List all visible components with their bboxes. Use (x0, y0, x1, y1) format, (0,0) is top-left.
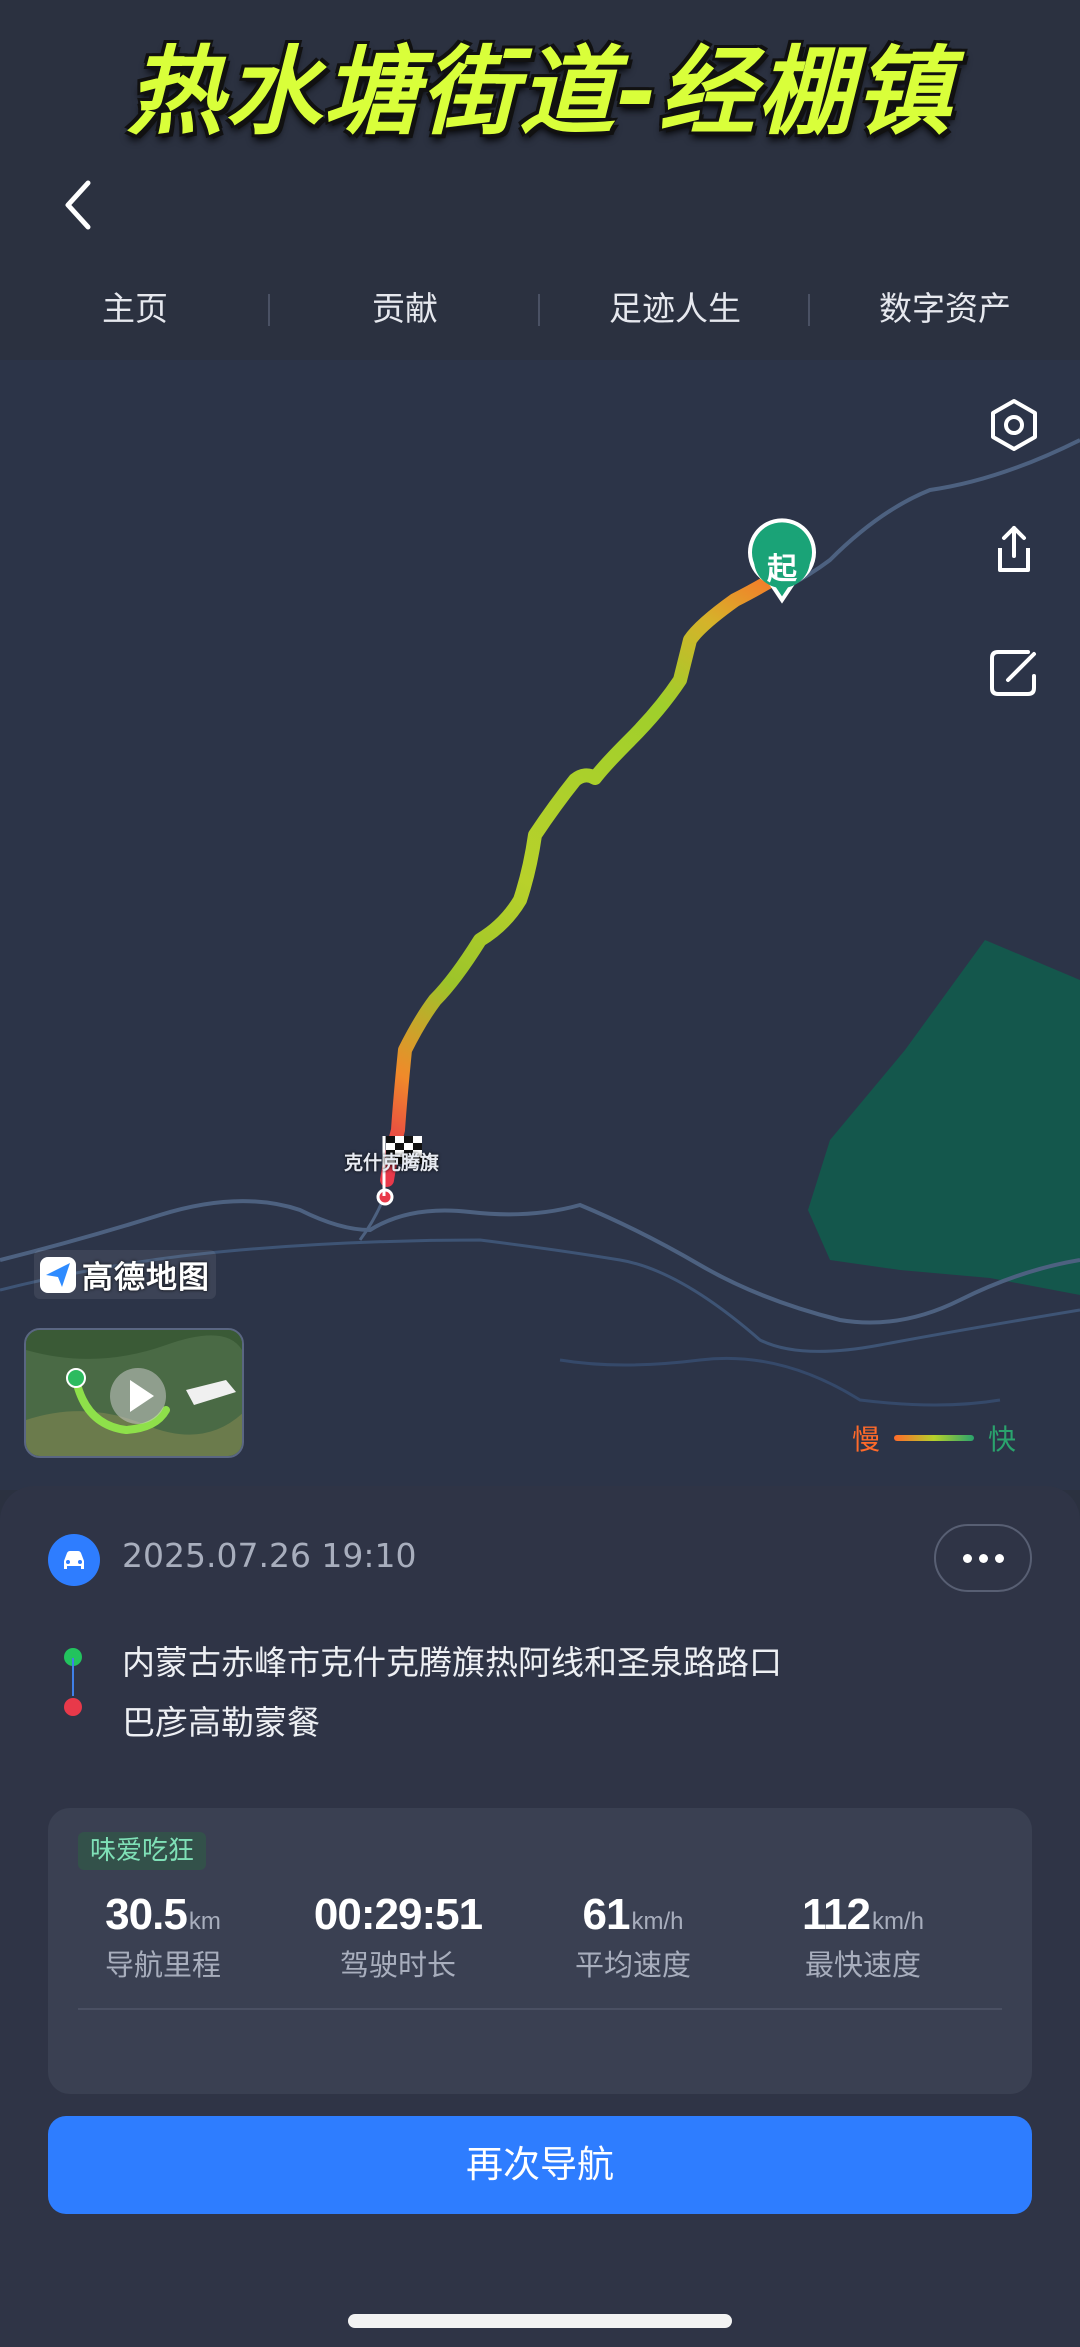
stat-unit: km/h (631, 1908, 684, 1935)
start-badge: 起 (767, 552, 797, 587)
tab-label: 数字资产 (879, 289, 1011, 328)
trip-summary-card: 2025.07.26 19:10 内蒙古赤峰市克什克腾旗热阿线和圣泉路路口 巴彦… (0, 1486, 1080, 2347)
end-dot (64, 1698, 82, 1716)
tab-label: 贡献 (372, 289, 438, 328)
navigate-again-button[interactable]: 再次导航 (48, 2116, 1032, 2214)
trip-tag: 味爱吃狂 (78, 1832, 207, 1870)
stat-avg-speed: 61km/h 平均速度 (518, 1890, 748, 1984)
stat-label: 导航里程 (104, 1948, 221, 1982)
map-canvas (0, 438, 1080, 1407)
legend-gradient-bar (893, 1435, 974, 1441)
tab-divider (808, 294, 810, 326)
back-button[interactable] (48, 170, 108, 240)
tab-contribution[interactable]: 贡献 (270, 278, 540, 340)
stat-value: 112 (802, 1890, 871, 1939)
tab-digital-assets[interactable]: 数字资产 (810, 278, 1080, 340)
overlay-title: 热水塘街道-经棚镇 (127, 36, 953, 148)
replay-video-thumbnail[interactable] (24, 1328, 244, 1458)
edit-icon (990, 650, 1036, 696)
stat-value: 61 (582, 1890, 631, 1939)
tab-divider (268, 294, 270, 326)
share-icon (998, 526, 1030, 572)
tab-divider (538, 294, 540, 326)
hexagon-settings-icon (991, 399, 1037, 451)
more-dot-icon (994, 1553, 1004, 1563)
stat-label: 驾驶时长 (339, 1948, 456, 1982)
end-address: 巴彦高勒蒙餐 (122, 1703, 320, 1742)
route-connector (72, 1658, 74, 1696)
car-icon (48, 1534, 100, 1586)
forest-area (808, 940, 1080, 1295)
settings-button[interactable] (964, 375, 1064, 475)
road-line (559, 1356, 1001, 1407)
trip-datetime: 2025.07.26 19:10 (122, 1536, 417, 1575)
trip-stats-panel: 味爱吃狂 30.5km 导航里程 00:29:51 驾驶时长 61km/h 平均… (48, 1808, 1032, 2094)
stat-max-speed: 112km/h 最快速度 (748, 1890, 978, 1984)
stat-distance: 30.5km 导航里程 (48, 1890, 278, 1984)
tab-label: 主页 (102, 289, 168, 328)
stat-value: 30.5 (105, 1890, 188, 1939)
header: 热水塘街道-经棚镇 主页 贡献 足迹人生 数字资产 (0, 0, 1080, 360)
start-address: 内蒙古赤峰市克什克腾旗热阿线和圣泉路路口 (122, 1643, 782, 1682)
tab-home[interactable]: 主页 (0, 278, 270, 340)
end-place-label: 克什克腾旗 (344, 1152, 440, 1174)
legend-fast: 快 (987, 1423, 1016, 1456)
stat-value: 00:29:51 (313, 1890, 483, 1939)
stat-label: 平均速度 (574, 1948, 691, 1982)
stat-label: 最快速度 (804, 1948, 921, 1982)
more-dot-icon (962, 1553, 972, 1563)
stats-divider (78, 2008, 1002, 2010)
tab-footprint[interactable]: 足迹人生 (540, 278, 810, 340)
trip-detail-screen: 热水塘街道-经棚镇 主页 贡献 足迹人生 数字资产 起 克什克腾旗 高德地图 慢… (0, 0, 1080, 2347)
amap-logo: 高德地图 (34, 1250, 216, 1299)
tab-label: 足迹人生 (609, 289, 741, 328)
stat-duration: 00:29:51 驾驶时长 (283, 1890, 513, 1984)
share-button[interactable] (964, 500, 1064, 600)
edit-button[interactable] (964, 622, 1064, 722)
chevron-left-icon (65, 180, 91, 230)
route-track (380, 568, 787, 1187)
legend-slow: 慢 (851, 1423, 880, 1456)
amap-logo-icon (40, 1256, 76, 1293)
stat-unit: km (188, 1908, 221, 1935)
replay-preview (26, 1330, 242, 1456)
stat-unit: km/h (871, 1908, 924, 1935)
speed-legend: 慢 快 (852, 1418, 1016, 1458)
amap-logo-text: 高德地图 (82, 1260, 210, 1296)
more-dot-icon (978, 1553, 988, 1563)
home-indicator[interactable] (348, 2314, 732, 2328)
route-map[interactable]: 起 克什克腾旗 高德地图 慢 快 (0, 360, 1080, 1490)
tab-bar: 主页 贡献 足迹人生 数字资产 (0, 278, 1080, 340)
more-options-button[interactable] (934, 1524, 1032, 1592)
